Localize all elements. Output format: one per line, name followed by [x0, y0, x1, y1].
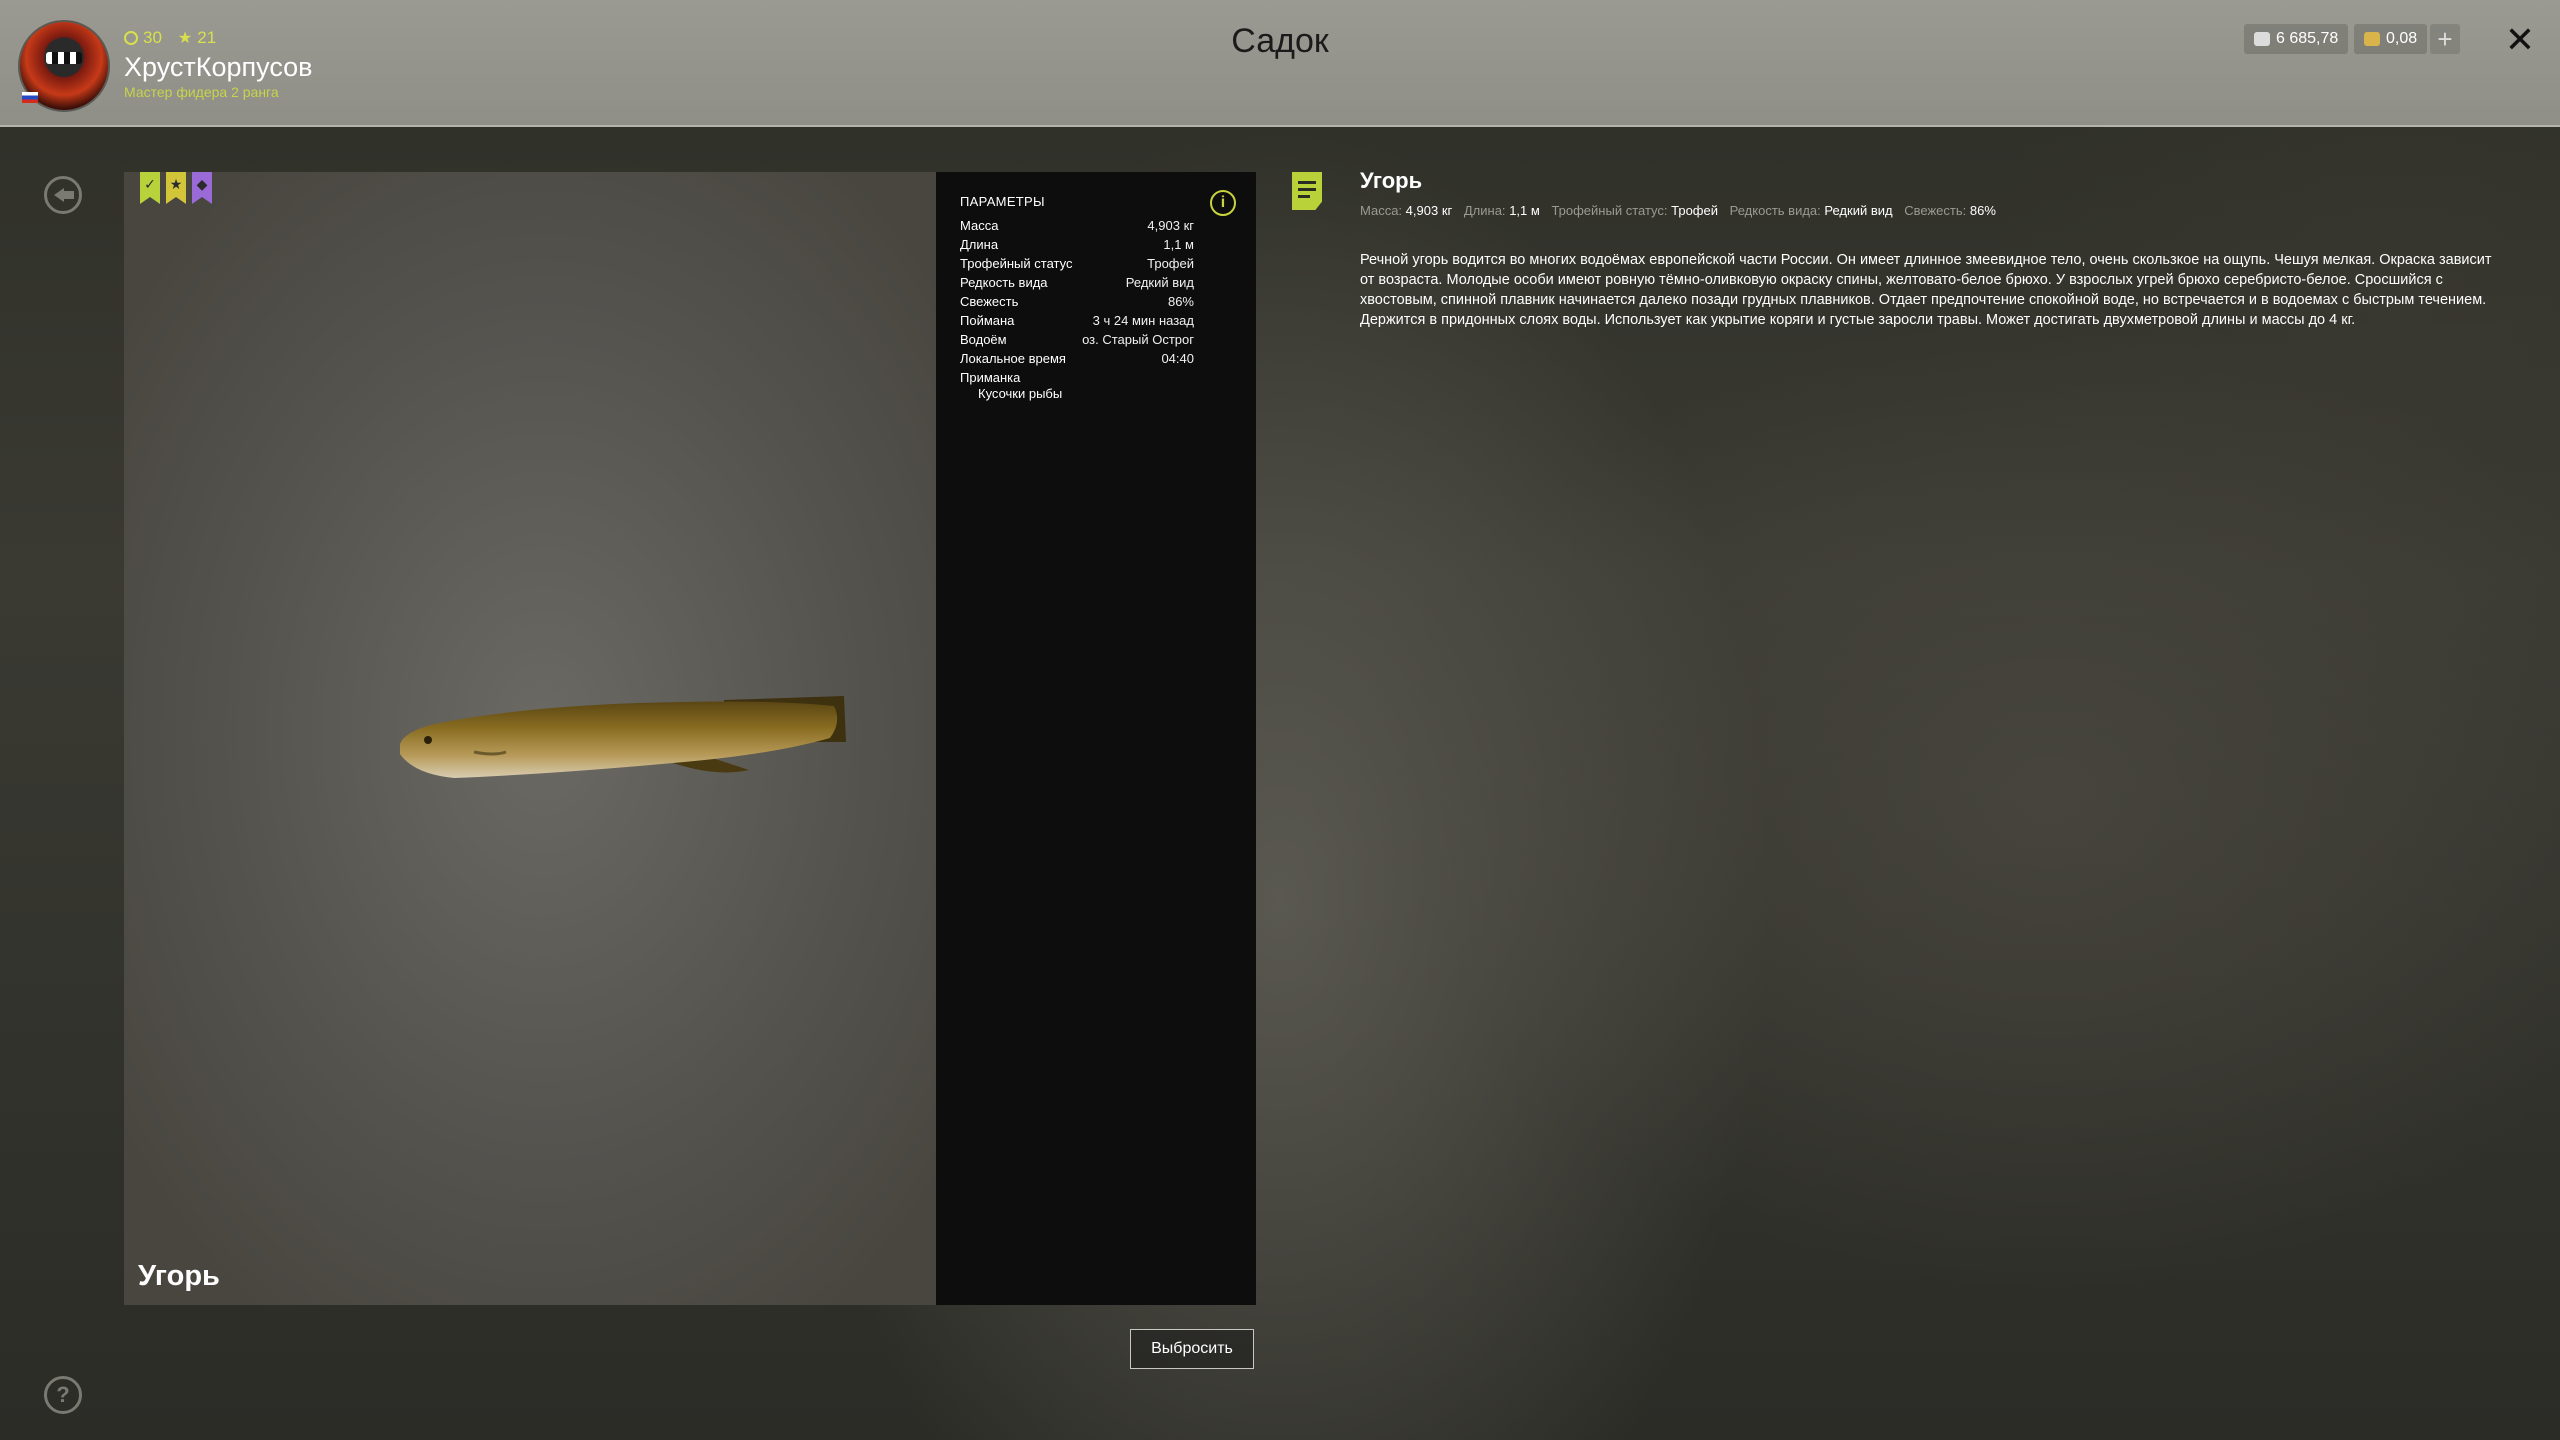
param-row: Свежесть 86%: [960, 294, 1194, 309]
back-arrow-icon[interactable]: [44, 176, 82, 214]
page-title: Садок: [1231, 22, 1329, 60]
top-bar: 30 ★ 21 ХрустКорпусов Мастер фидера 2 ра…: [0, 0, 2560, 127]
param-row: Приманка: [960, 370, 1021, 385]
fish-viewer[interactable]: ✓ ★ ◆ Угорь: [124, 172, 936, 1305]
player-rank: Мастер фидера 2 ранга: [124, 84, 279, 100]
note-icon: [1292, 172, 1322, 210]
description-stats: Масса: 4,903 кг Длина: 1,1 м Трофейный с…: [1360, 203, 1996, 218]
eel-model: [400, 696, 846, 778]
param-row: Локальное время 04:40: [960, 351, 1194, 366]
info-icon[interactable]: i: [1210, 190, 1236, 216]
silver-balance[interactable]: 6 685,78: [2244, 24, 2349, 54]
parameters-heading: ПАРАМЕТРЫ: [960, 194, 1045, 209]
param-row: Масса 4,903 кг: [960, 218, 1194, 233]
gold-amount: 0,08: [2386, 30, 2418, 47]
gold-balance[interactable]: 0,08: [2354, 24, 2428, 54]
close-icon[interactable]: ✕: [2500, 20, 2540, 60]
parameters-panel: ПАРАМЕТРЫ i Масса 4,903 кг Длина 1,1 м Тро…: [936, 172, 1256, 1305]
description-text: Речной угорь водится во многих водоёмах …: [1360, 252, 2492, 328]
fish-name: Угорь: [138, 1260, 220, 1292]
help-icon[interactable]: ?: [44, 1376, 82, 1414]
param-row: Трофейный статус Трофей: [960, 256, 1194, 271]
add-gold-button[interactable]: +: [2430, 24, 2460, 54]
param-row: Редкость вида Редкий вид: [960, 275, 1194, 290]
bait-name: Кусочки рыбы: [978, 386, 1063, 401]
description-title: Угорь: [1360, 168, 1423, 193]
silver-coins-icon: [2254, 32, 2270, 46]
achievement-badges: ✓ ★ ◆: [140, 172, 212, 204]
russia-flag-icon: [22, 92, 38, 103]
param-row: Поймана 3 ч 24 мин назад: [960, 313, 1194, 328]
star-badge-icon: ★: [166, 172, 186, 204]
param-row: Длина 1,1 м: [960, 237, 1194, 252]
diamond-badge-icon: ◆: [192, 172, 212, 204]
silver-amount: 6 685,78: [2276, 30, 2339, 47]
checkmark-badge-icon: ✓: [140, 172, 160, 204]
param-row: Водоём оз. Старый Острог: [960, 332, 1194, 347]
discard-button[interactable]: Выбросить: [1130, 1329, 1254, 1369]
gold-coins-icon: [2364, 32, 2380, 46]
